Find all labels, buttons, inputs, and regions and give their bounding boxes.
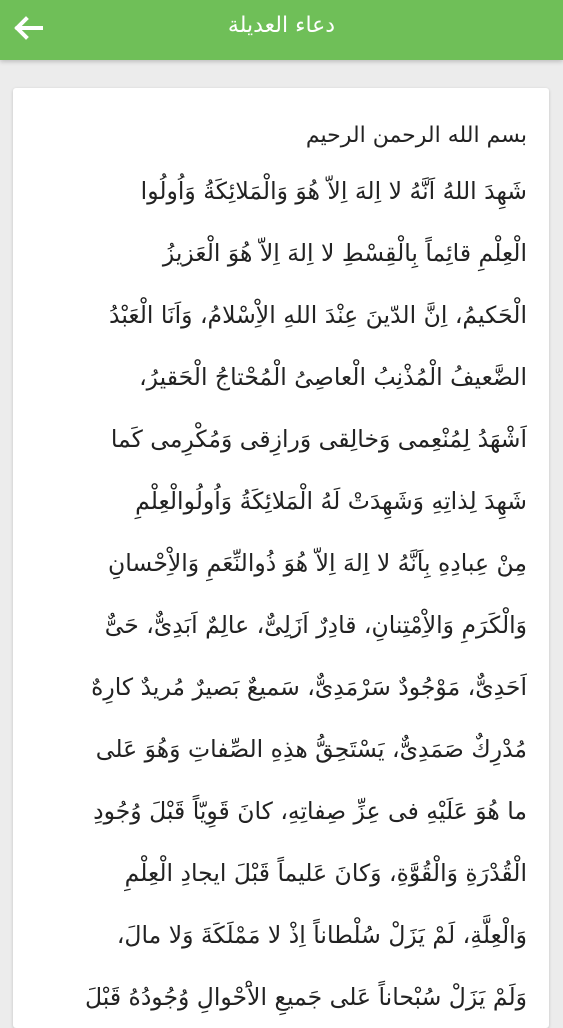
prayer-line: اَحَدِىٌّ، مَوْجُودٌ سَرْمَدِىٌّ، سَميعٌ… [91, 673, 527, 701]
prayer-line: اَشْهَدُ لِمُنْعِمى وَخالِقى وَرازِقى وَ… [110, 425, 527, 453]
prayer-text: بسم الله الرحمن الرحيم شَهِدَ اللهُ اَنَ… [31, 114, 527, 1028]
prayer-line: مِنْ عِبادِهِ بِاَنَّهُ لا اِلهَ اِلاّ ه… [107, 549, 527, 577]
prayer-line: شَهِدَ لِذاتِهِ وَشَهِدَتْ لَهُ الْمَلائ… [135, 487, 527, 515]
prayer-line: وَالْعِلَّةِ، لَمْ يَزَلْ سُلْطاناً اِذْ… [116, 921, 527, 949]
prayer-line: ما هُوَ عَلَيْهِ فى عِزِّ صِفاتِهِ، كانَ… [93, 797, 527, 825]
prayer-line: الْقُدْرَةِ وَالْقُوَّةِ، وَكانَ عَليماً… [124, 859, 527, 887]
back-button[interactable] [8, 8, 48, 48]
prayer-line: مُدْرِكٌ صَمَدِىٌّ، يَسْتَحِقُّ هذِهِ ال… [95, 735, 527, 763]
prayer-card: بسم الله الرحمن الرحيم شَهِدَ اللهُ اَنَ… [13, 88, 549, 1028]
prayer-line: وَالْكَرَمِ وَالاِْمْتِنانِ، قادِرٌ اَزَ… [104, 611, 527, 639]
prayer-line: الضَّعيفُ الْمُذْنِبُ الْعاصِىُ الْمُحْت… [139, 363, 527, 391]
prayer-line: وَلَمْ يَزَلْ سُبْحاناً عَلى جَميعِ الاَ… [84, 983, 527, 1011]
back-arrow-icon [14, 16, 43, 40]
page-title: دعاء العديلة [227, 13, 336, 38]
app-bar: دعاء العديلة [0, 0, 563, 60]
prayer-line: الْعِلْمِ قائِماً بِالْقِسْطِ لا اِلهَ ا… [162, 239, 527, 267]
basmala: بسم الله الرحمن الرحيم [305, 123, 527, 148]
prayer-line: شَهِدَ اللهُ اَنَّهُ لا اِلهَ اِلاّ هُوَ… [140, 177, 527, 205]
prayer-line: الْحَكيمُ، اِنَّ الدّينَ عِنْدَ اللهِ ال… [108, 301, 527, 329]
